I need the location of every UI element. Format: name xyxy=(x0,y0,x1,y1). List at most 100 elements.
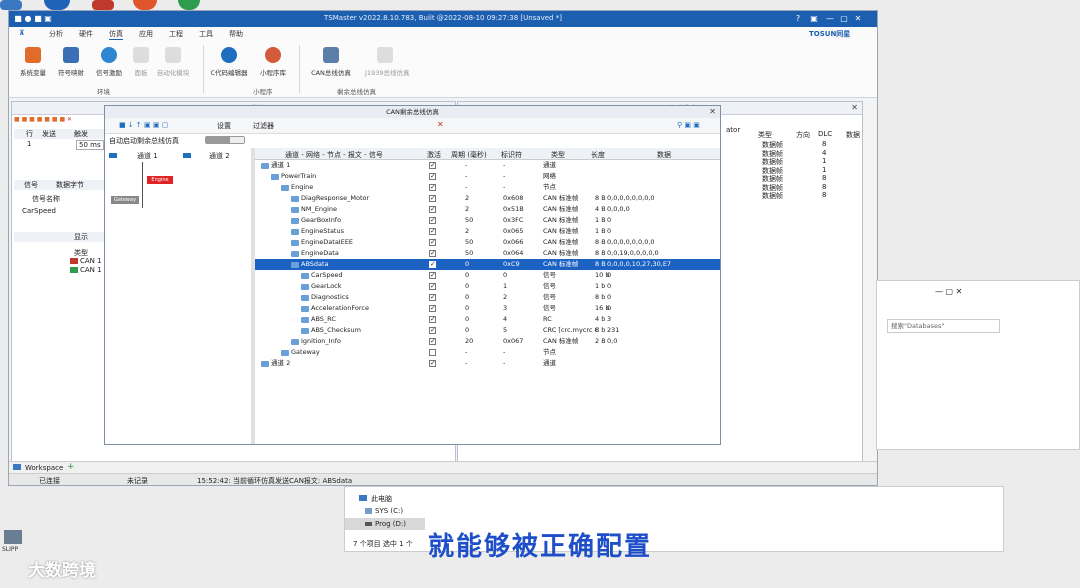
active-checkbox[interactable] xyxy=(429,226,436,237)
display-button[interactable]: 显示 xyxy=(74,232,88,242)
active-checkbox[interactable] xyxy=(429,259,436,270)
settings-button[interactable]: 设置 xyxy=(217,121,231,131)
active-checkbox[interactable] xyxy=(429,292,436,303)
grid-row[interactable]: PowerTrain - - 网络 xyxy=(255,171,720,182)
close-icon[interactable]: ✕ xyxy=(709,106,716,118)
engine-node[interactable]: Engine xyxy=(147,176,173,184)
row-period: - xyxy=(465,161,468,169)
system-variables-button[interactable]: 系统变量 xyxy=(13,43,53,83)
can-row[interactable]: CAN 1 xyxy=(80,257,102,265)
filter-clear-icon[interactable]: ✕ xyxy=(437,120,444,129)
maximize-button[interactable]: ▢ xyxy=(839,13,849,24)
menu-tools[interactable]: 工具 xyxy=(199,29,213,39)
active-checkbox[interactable] xyxy=(429,248,436,259)
menu-analysis[interactable]: 分析 xyxy=(49,29,63,39)
grid-row[interactable]: Ignition_Info 20 0x067 CAN 标准帧 2 B0,0 xyxy=(255,336,720,347)
active-checkbox[interactable] xyxy=(429,237,436,248)
active-checkbox[interactable] xyxy=(429,215,436,226)
menu-help[interactable]: 帮助 xyxy=(229,29,243,39)
row-name: DiagResponse_Motor xyxy=(301,194,370,202)
gateway-node[interactable]: Gateway xyxy=(111,196,139,204)
tab-signal[interactable]: 信号 xyxy=(24,180,38,190)
tree-node-icon xyxy=(301,306,309,312)
row-id: 4 xyxy=(503,315,508,323)
grid-row[interactable]: ABSdata 0 0xC9 CAN 标准帧 8 B0,0,0,0,10,27,30,E… xyxy=(255,259,720,270)
grid-row[interactable]: ABS_Checksum 0 5 CRC [crc.mycrc C8 b231 xyxy=(255,325,720,336)
active-checkbox[interactable] xyxy=(429,204,436,215)
menu-project[interactable]: 工程 xyxy=(169,29,183,39)
grid-row[interactable]: 通道 2 - - 通道 xyxy=(255,358,720,369)
open-icon[interactable]: ▣ xyxy=(43,13,53,24)
grid-row[interactable]: EngineDataIEEE 50 0x066 CAN 标准帧 8 B0,0,0,0,0… xyxy=(255,237,720,248)
layout-button[interactable]: ▣ xyxy=(809,13,819,24)
can-row[interactable]: CAN 1 xyxy=(80,266,102,274)
can-bus-sim-button[interactable]: CAN总线仿真 xyxy=(311,43,351,83)
send-row[interactable]: 1 50 ms xyxy=(14,140,109,150)
signal-value[interactable]: CarSpeed xyxy=(22,207,56,215)
active-checkbox[interactable] xyxy=(429,325,436,336)
nav-item[interactable]: 此电脑 xyxy=(371,494,392,504)
grid-row[interactable]: Gateway - - 节点 xyxy=(255,347,720,358)
tab-data-bytes[interactable]: 数据字节 xyxy=(56,180,84,190)
automation-module-button[interactable]: 自动化模块 xyxy=(153,43,193,83)
minimize-button[interactable]: — xyxy=(825,13,835,24)
add-workspace-icon[interactable]: + xyxy=(67,462,75,472)
grid-row[interactable]: 通道 1 - - 通道 xyxy=(255,160,720,171)
search-icon[interactable]: ⚲ ▣ ▣ xyxy=(677,121,700,129)
active-checkbox[interactable] xyxy=(429,303,436,314)
grid-row[interactable]: AccelerationForce03信号16 b0 xyxy=(255,303,720,314)
mini-program-library-button[interactable]: 小程序库 xyxy=(253,43,293,83)
grid-row[interactable]: NM_Engine 2 0x51B CAN 标准帧 4 B0,0,0,0 xyxy=(255,204,720,215)
active-checkbox[interactable] xyxy=(429,171,436,182)
col-data: 数据 xyxy=(657,151,671,159)
desktop-app-icon[interactable] xyxy=(44,0,70,10)
color-swatch xyxy=(70,267,78,273)
save-icon[interactable]: ■ xyxy=(33,13,43,24)
desktop-app-icon[interactable] xyxy=(133,0,157,10)
c-code-editor-button[interactable]: C代码编辑器 xyxy=(209,43,249,83)
grid-row[interactable]: Engine - - 节点 xyxy=(255,182,720,193)
grid-row[interactable]: Diagnostics02信号8 b0 xyxy=(255,292,720,303)
channel-icon xyxy=(109,153,117,158)
row-length: 1 B xyxy=(595,227,606,235)
desktop-app-icon[interactable] xyxy=(178,0,200,10)
grid-row[interactable]: GearBoxInfo 50 0x3FC CAN 标准帧 1 B0 xyxy=(255,215,720,226)
row-period: 2 xyxy=(465,205,470,213)
symbol-mapping-button[interactable]: 符号映射 xyxy=(51,43,91,83)
watermark: 大数跨境 xyxy=(28,561,96,581)
active-checkbox[interactable] xyxy=(429,358,436,369)
nav-item[interactable]: SYS (C:) xyxy=(375,507,403,515)
close-icon[interactable]: ✕ xyxy=(851,102,858,114)
grid-row[interactable]: DiagResponse_Motor 2 0x608 CAN 标准帧 8 B0,0,0,… xyxy=(255,193,720,204)
grid-row[interactable]: ABS_RC 0 4 RC 4 b3 xyxy=(255,314,720,325)
explorer-controls[interactable]: — ▢ ✕ xyxy=(935,287,962,296)
menu-application[interactable]: 应用 xyxy=(139,29,153,39)
grid-row[interactable]: EngineStatus 2 0x065 CAN 标准帧 1 B0 xyxy=(255,226,720,237)
grid-row[interactable]: CarSpeed00信号10 b0 xyxy=(255,270,720,281)
j1939-sim-button[interactable]: J1939总线仿真 xyxy=(365,43,409,83)
grid-row[interactable]: EngineData 50 0x064 CAN 标准帧 8 B0,0,19,0,0,0,… xyxy=(255,248,720,259)
auto-start-toggle[interactable] xyxy=(205,136,245,144)
new-icon[interactable]: ● xyxy=(23,13,33,24)
menu-simulation[interactable]: 仿真 xyxy=(109,29,123,40)
active-checkbox[interactable] xyxy=(429,182,436,193)
toolbar-icons[interactable]: ■ ↓ ↑ ▣ ▣ ▢ xyxy=(119,121,168,129)
active-checkbox[interactable] xyxy=(429,160,436,171)
desktop-app-icon[interactable] xyxy=(0,0,22,10)
color-swatch xyxy=(70,258,78,264)
active-checkbox[interactable] xyxy=(429,270,436,281)
search-input[interactable]: 搜索"Databases" xyxy=(887,319,1000,333)
menu-hardware[interactable]: 硬件 xyxy=(79,29,93,39)
active-checkbox[interactable] xyxy=(429,336,436,347)
active-checkbox[interactable] xyxy=(429,349,436,356)
row-period: - xyxy=(465,348,468,356)
active-checkbox[interactable] xyxy=(429,281,436,292)
grid-row[interactable]: GearLock01信号1 b0 xyxy=(255,281,720,292)
active-checkbox[interactable] xyxy=(429,193,436,204)
close-button[interactable]: ✕ xyxy=(853,13,863,24)
active-checkbox[interactable] xyxy=(429,314,436,325)
quick-access-icon[interactable]: ⊼ xyxy=(19,29,25,37)
workspace-tab[interactable]: Workspace xyxy=(25,464,63,472)
help-button[interactable]: ? xyxy=(793,13,803,24)
desktop-app-icon[interactable] xyxy=(92,0,114,10)
